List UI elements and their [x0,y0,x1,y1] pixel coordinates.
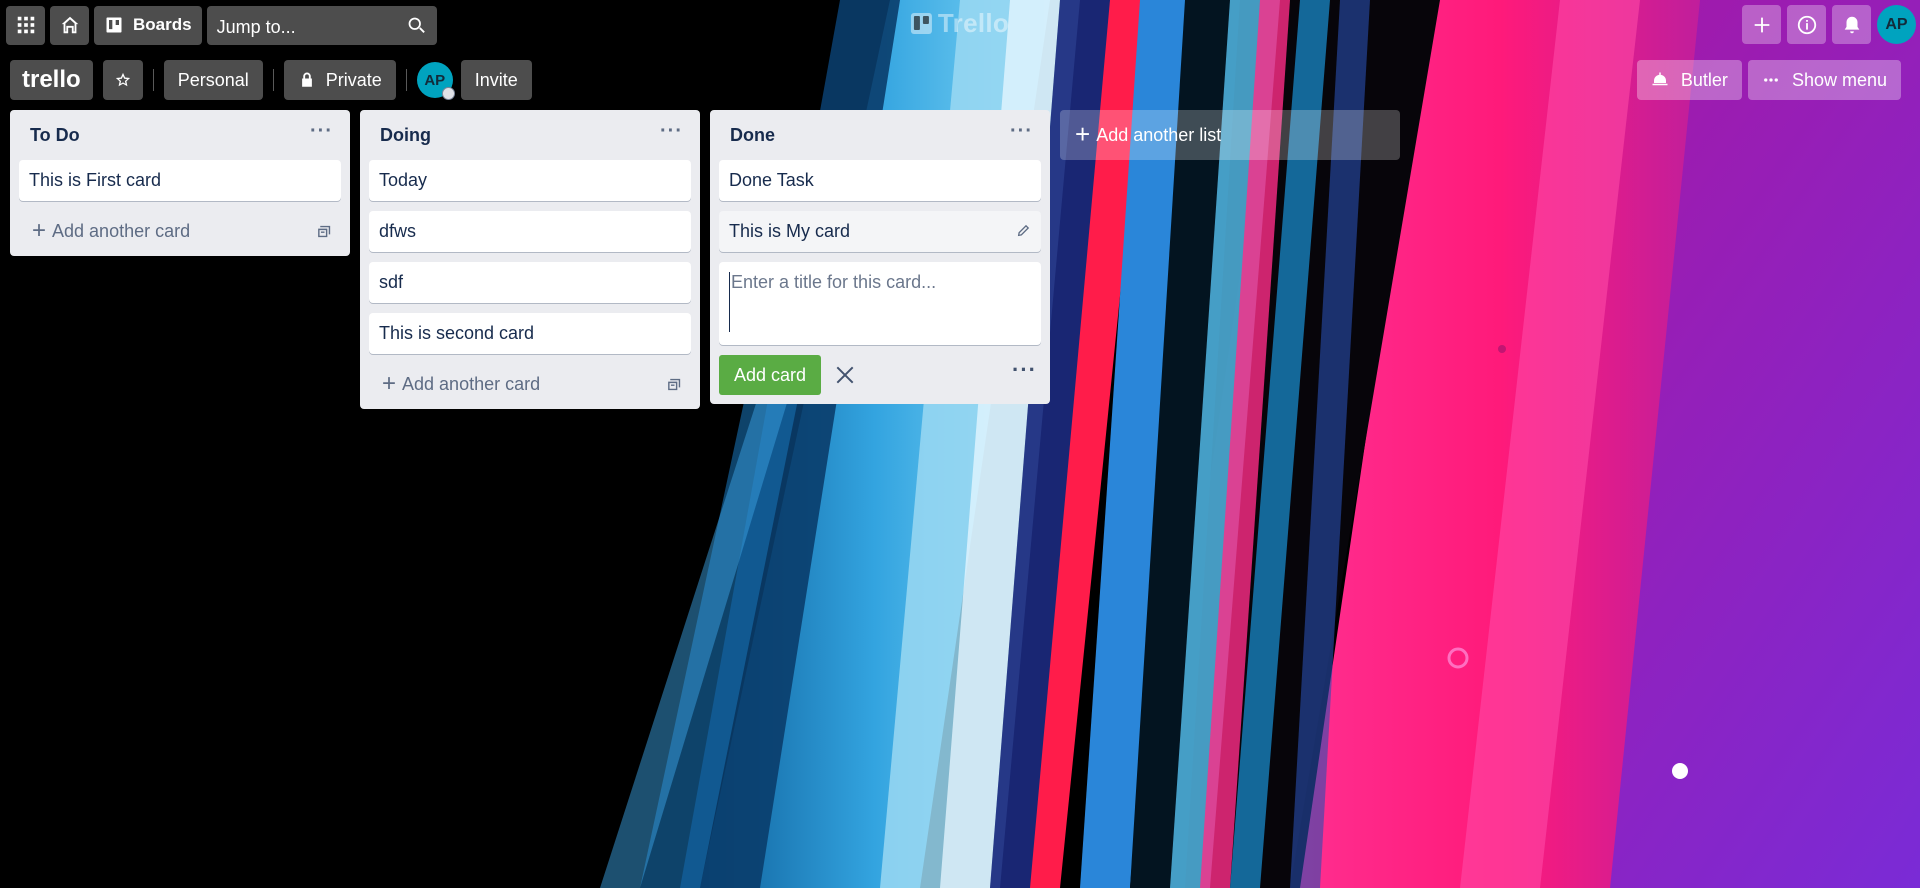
boards-label: Boards [133,15,192,34]
plus-icon: + [1075,118,1091,149]
close-icon[interactable] [833,363,857,387]
search-icon[interactable] [406,15,427,36]
visibility-label: Private [325,69,382,90]
create-button[interactable] [1742,5,1781,44]
butler-label: Butler [1680,69,1728,90]
show-menu-label: Show menu [1791,69,1887,90]
header-actions: AP [1742,5,1916,44]
card-template-icon[interactable] [316,223,333,240]
home-icon [61,16,78,34]
list-menu-button[interactable]: ··· [1010,121,1033,141]
user-avatar-initials: AP [1885,15,1908,33]
card-hovered[interactable]: This is My card [719,211,1041,252]
home-button[interactable] [50,5,89,45]
divider [272,69,274,91]
composer-more-button[interactable]: ··· [1012,357,1037,383]
board-lists: To Do ··· This is First card + Add anoth… [10,110,1400,409]
grid-icon [17,16,34,34]
board-header-right: Butler Show menu [1636,60,1907,100]
board-header: trello Personal Private AP Invite Butler… [0,60,1920,100]
divider [152,69,154,91]
add-card-label: Add another card [52,220,191,241]
visibility-button[interactable]: Private [283,60,396,100]
card[interactable]: This is second card [369,313,691,354]
top-header: Boards Trello AP [0,0,1920,50]
card[interactable]: Done Task [719,160,1041,201]
info-icon [1797,15,1816,34]
butler-bell-icon [1652,72,1668,86]
boards-button[interactable]: Boards [94,5,202,45]
search-input[interactable] [206,5,437,45]
notifications-button[interactable] [1832,5,1871,44]
admin-badge-icon [441,87,455,100]
invite-button[interactable]: Invite [460,60,532,100]
list-header: Done ··· [719,110,1041,160]
trello-logo[interactable]: Trello [910,8,1010,39]
card-title-input[interactable] [729,272,1031,332]
star-board-button[interactable] [102,60,143,100]
plus-icon: + [382,370,397,397]
list-title[interactable]: Doing [380,125,431,146]
list-title[interactable]: To Do [30,125,80,146]
list-to-do: To Do ··· This is First card + Add anoth… [10,110,350,256]
divider [405,69,407,91]
card[interactable]: Today [369,160,691,201]
trello-logo-icon [910,13,932,34]
user-avatar[interactable]: AP [1877,5,1916,44]
list-doing: Doing ··· Today dfws sdf This is second … [360,110,700,409]
star-icon [115,72,130,87]
add-card-button[interactable]: + Add another card [19,211,341,251]
list-header: To Do ··· [19,110,341,160]
logo-text: Trello [937,8,1010,38]
apps-grid-button[interactable] [6,5,45,45]
list-title[interactable]: Done [730,125,775,146]
team-button[interactable]: Personal [163,60,263,100]
board-icon [106,17,122,33]
more-horizontal-icon [1764,78,1778,82]
card[interactable]: sdf [369,262,691,303]
member-initials: AP [424,71,446,89]
board-title[interactable]: trello [10,60,93,100]
add-card-label: Add another card [402,373,541,394]
list-menu-button[interactable]: ··· [660,121,683,141]
card-composer [719,262,1041,345]
show-menu-button[interactable]: Show menu [1747,60,1901,100]
plus-icon [1754,17,1769,32]
plus-icon: + [32,217,47,244]
search-box[interactable] [206,5,437,45]
lock-icon [301,72,312,87]
board-member-avatar[interactable]: AP [416,62,455,100]
card-title: This is My card [729,221,851,241]
add-list-button[interactable]: + Add another list [1060,110,1400,160]
card[interactable]: This is First card [19,160,341,201]
list-menu-button[interactable]: ··· [310,121,333,141]
add-list-label: Add another list [1096,124,1222,145]
card[interactable]: dfws [369,211,691,252]
info-button[interactable] [1787,5,1826,44]
bell-icon [1844,16,1859,33]
list-header: Doing ··· [369,110,691,160]
card-template-icon[interactable] [666,376,683,393]
butler-button[interactable]: Butler [1636,60,1742,100]
list-done: Done ··· Done Task This is My card Add c… [710,110,1050,404]
composer-controls: Add card ··· [719,355,1041,395]
edit-pencil-icon[interactable] [1016,223,1031,238]
add-card-button[interactable]: + Add another card [369,364,691,404]
add-card-submit-button[interactable]: Add card [719,355,822,395]
